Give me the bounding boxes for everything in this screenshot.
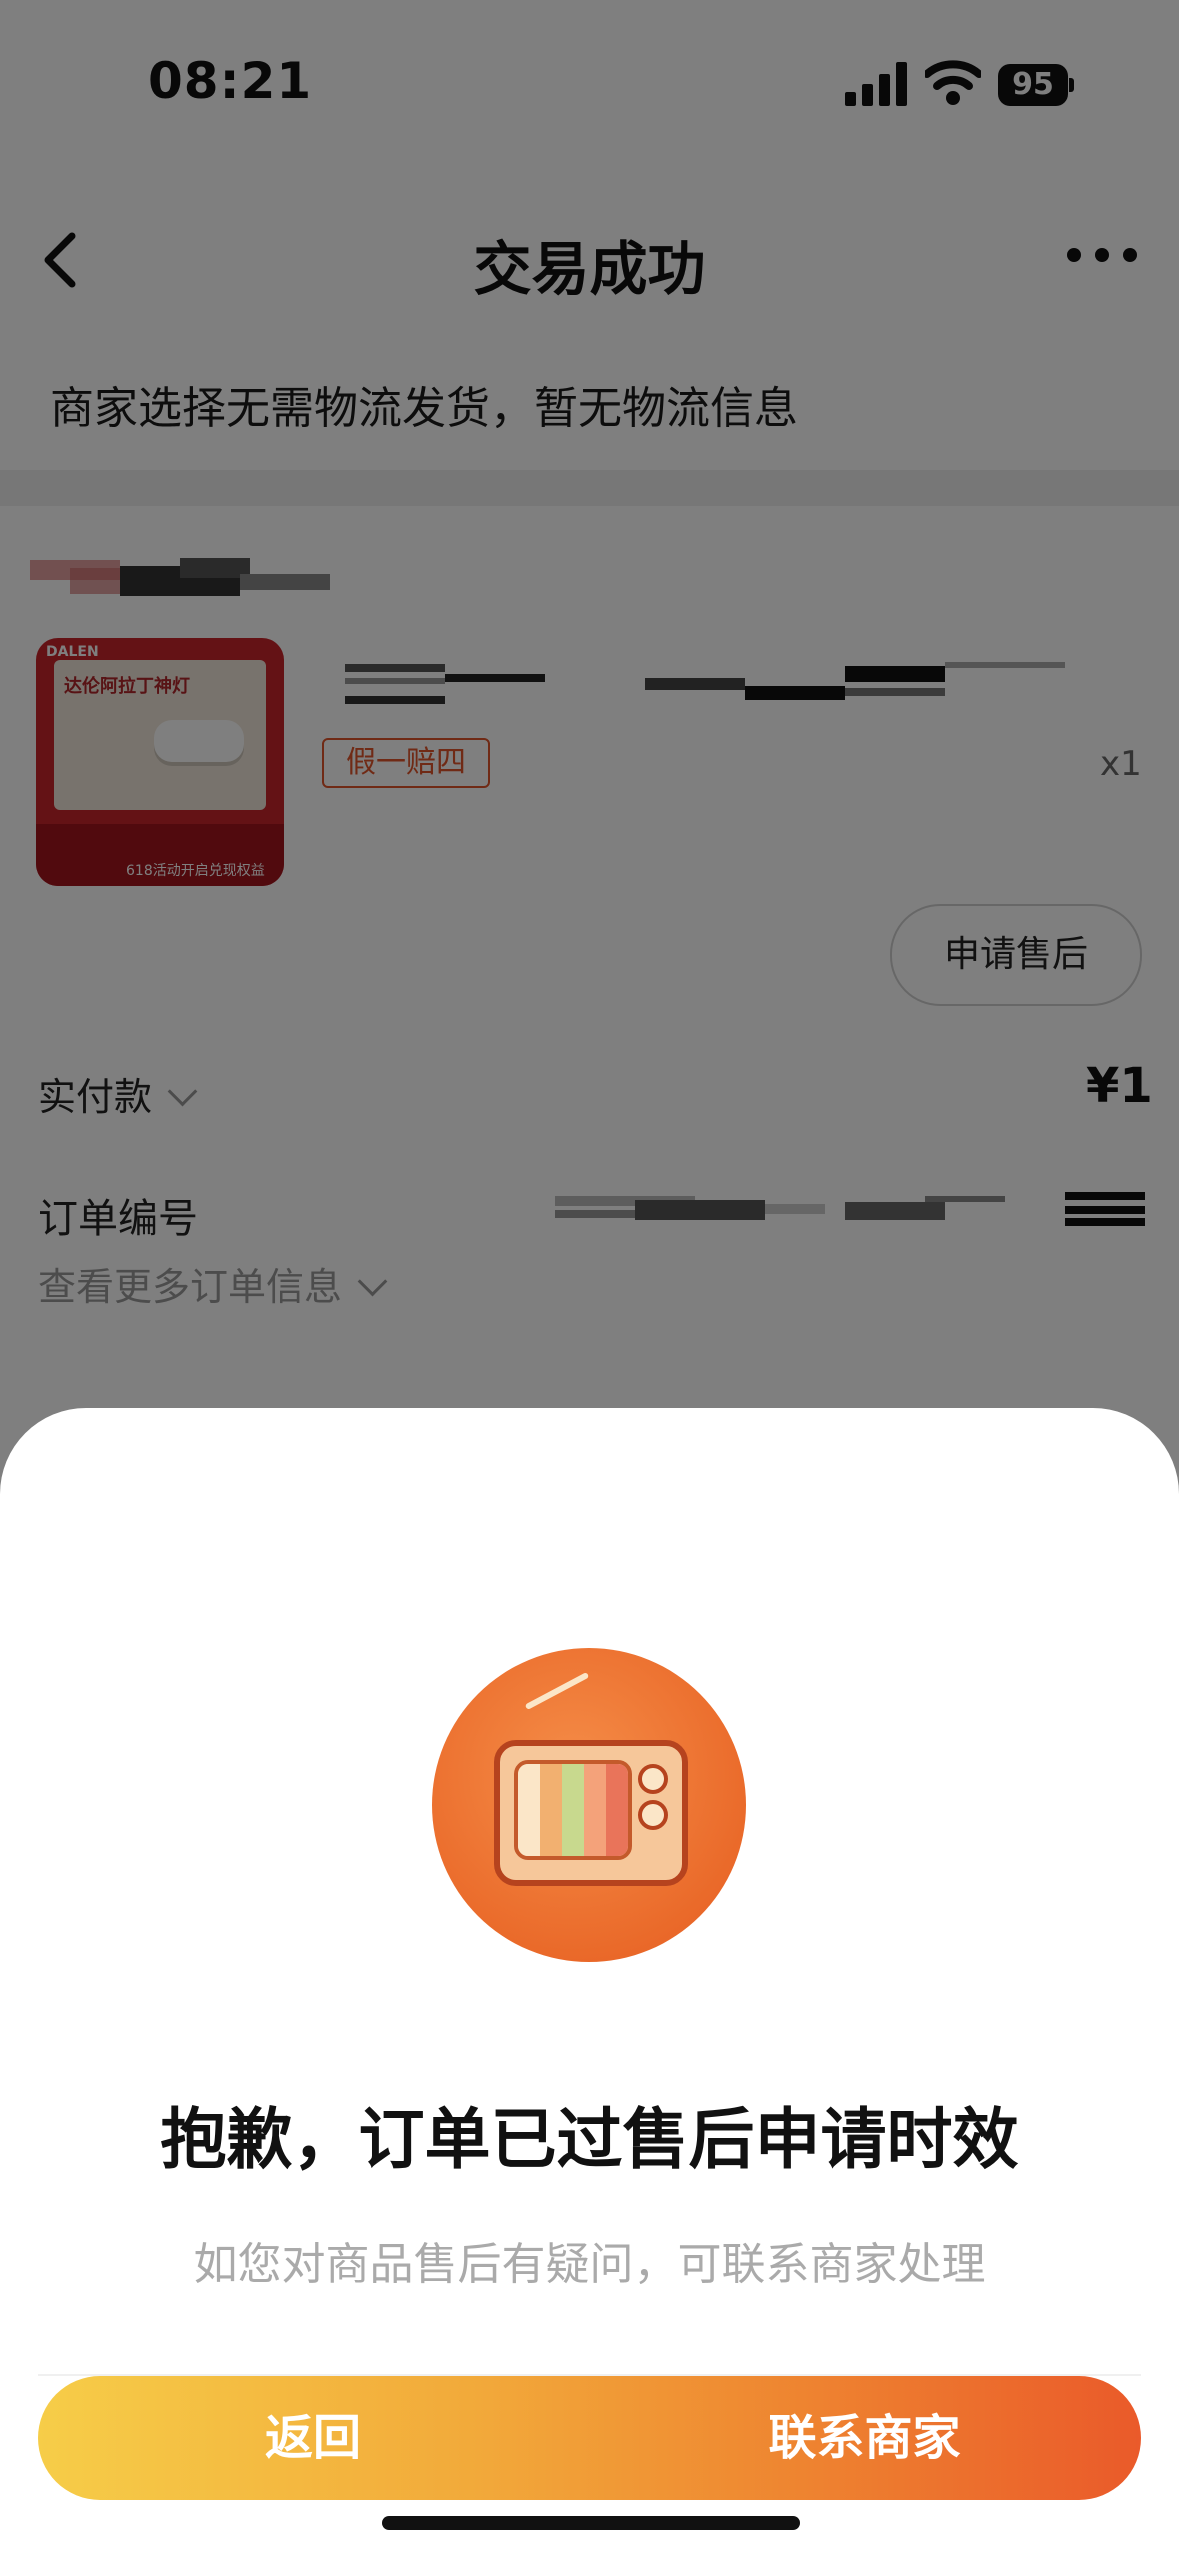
retro-tv-icon: [432, 1648, 746, 1962]
back-button[interactable]: 返回: [38, 2376, 588, 2500]
modal-subtitle: 如您对商品售后有疑问，可联系商家处理: [193, 2239, 986, 2290]
home-indicator[interactable]: [382, 2516, 800, 2530]
order-detail-page: 08:21 95 交易成功 商家选择无需物流发货，暂无物流信息 DALEN 达伦…: [0, 0, 1179, 2556]
contact-merchant-button[interactable]: 联系商家: [588, 2376, 1141, 2500]
modal-title: 抱歉，订单已过售后申请时效: [160, 2101, 1019, 2178]
modal-action-bar: 返回 联系商家: [38, 2376, 1141, 2500]
